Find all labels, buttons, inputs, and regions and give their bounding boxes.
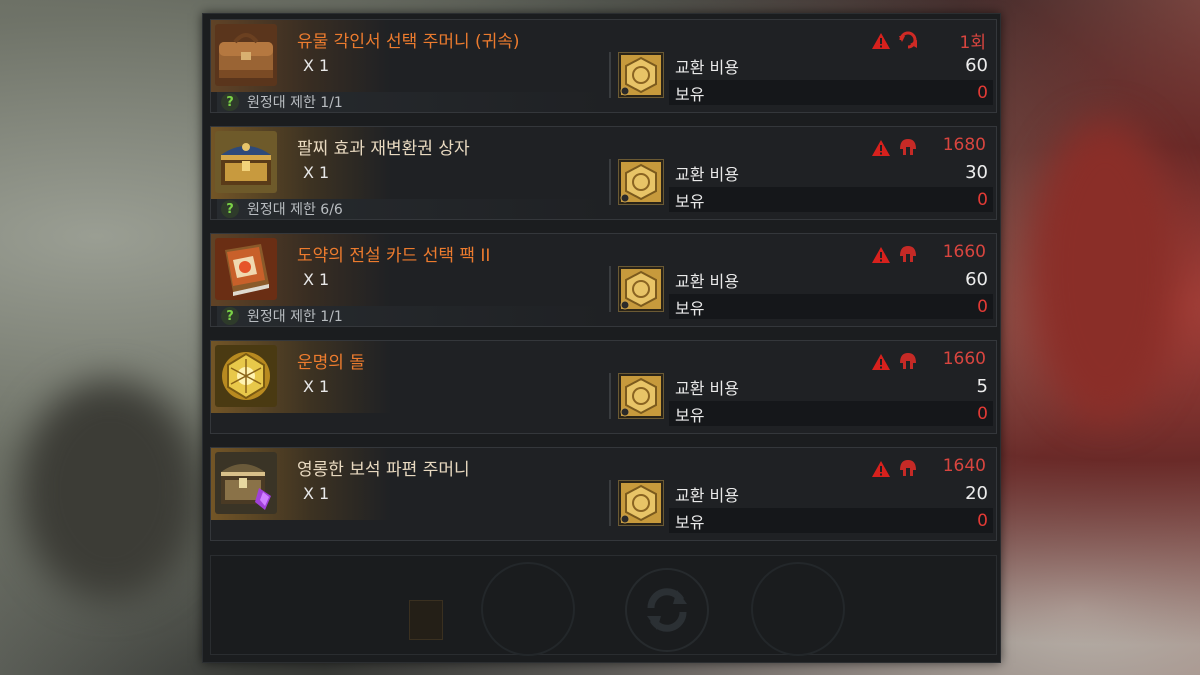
exchange-cost-row: 교환 비용 20: [669, 481, 993, 506]
item-quantity: X 1: [303, 163, 330, 182]
cost-label: 교환 비용: [675, 271, 739, 291]
shop-item-row[interactable]: 운명의 돌 X 1 1660 교환 비용 5 보유 0: [210, 340, 997, 434]
owned-value: 0: [977, 510, 988, 531]
item-name: 팔찌 효과 재변환권 상자: [297, 139, 470, 159]
warning-icon: [872, 354, 890, 370]
warning-icon: [872, 33, 890, 49]
helmet-icon: [900, 353, 916, 369]
shop-footer: [210, 555, 997, 656]
exchange-cost-row: 교환 비용 30: [669, 160, 993, 185]
warning-icon: [872, 140, 890, 156]
cost-value: 60: [965, 55, 988, 76]
purchase-count: 1660: [942, 349, 986, 369]
shop-item-row[interactable]: 영롱한 보석 파편 주머니 X 1 1640 교환 비용 20 보유 0: [210, 447, 997, 541]
purchase-count: 1640: [942, 456, 986, 476]
owned-value: 0: [977, 82, 988, 103]
cost-label: 교환 비용: [675, 57, 739, 77]
card-book-icon[interactable]: [215, 238, 277, 300]
gem-chest-icon[interactable]: [215, 452, 277, 514]
cost-value: 30: [965, 162, 988, 183]
purchase-count: 1660: [942, 242, 986, 262]
owned-label: 보유: [675, 191, 705, 211]
divider: [609, 159, 611, 205]
ornate-chest-icon[interactable]: [215, 131, 277, 193]
owned-row: 보유 0: [669, 401, 993, 426]
cost-value: 20: [965, 483, 988, 504]
item-quantity: X 1: [303, 56, 330, 75]
background-blur-left: [20, 380, 200, 600]
divider: [609, 266, 611, 312]
owned-value: 0: [977, 189, 988, 210]
owned-row: 보유 0: [669, 187, 993, 212]
helmet-icon: [900, 460, 916, 476]
refresh-icon: [647, 588, 687, 632]
owned-value: 0: [977, 403, 988, 424]
help-icon[interactable]: ?: [221, 307, 239, 325]
divider: [609, 373, 611, 419]
limit-text: 원정대 제한 1/1: [247, 95, 343, 111]
cost-label: 교환 비용: [675, 485, 739, 505]
cost-label: 교환 비용: [675, 378, 739, 398]
shop-item-row[interactable]: 도약의 전설 카드 선택 팩 II X 1 ? 원정대 제한 1/1 1660 …: [210, 233, 997, 327]
cost-value: 5: [976, 376, 988, 397]
small-item-slot: [409, 600, 443, 640]
divider: [609, 480, 611, 526]
currency-token-icon: [618, 52, 664, 98]
item-name: 운명의 돌: [297, 353, 365, 373]
warning-icon: [872, 461, 890, 477]
divider: [609, 52, 611, 98]
purchase-count: 1회: [959, 33, 986, 53]
helmet-icon: [900, 246, 916, 262]
currency-token-icon: [618, 373, 664, 419]
warning-icon: [872, 247, 890, 263]
exchange-shop-panel: 유물 각인서 선택 주머니 (귀속) X 1 ? 원정대 제한 1/1 1회 교…: [202, 13, 1001, 663]
exchange-cost-row: 교환 비용 60: [669, 267, 993, 292]
owned-label: 보유: [675, 298, 705, 318]
limit-text: 원정대 제한 1/1: [247, 309, 343, 325]
owned-row: 보유 0: [669, 80, 993, 105]
shop-item-row[interactable]: 팔찌 효과 재변환권 상자 X 1 ? 원정대 제한 6/6 1680 교환 비…: [210, 126, 997, 220]
bound-refresh-icon: [899, 31, 917, 49]
cost-value: 60: [965, 269, 988, 290]
item-quantity: X 1: [303, 270, 330, 289]
owned-value: 0: [977, 296, 988, 317]
item-quantity: X 1: [303, 377, 330, 396]
decorative-ring: [751, 562, 845, 656]
owned-label: 보유: [675, 512, 705, 532]
currency-token-icon: [618, 159, 664, 205]
item-quantity: X 1: [303, 484, 330, 503]
helmet-icon: [900, 139, 916, 155]
expedition-limit: ? 원정대 제한 1/1: [217, 92, 607, 112]
help-icon[interactable]: ?: [221, 200, 239, 218]
owned-label: 보유: [675, 84, 705, 104]
exchange-cost-row: 교환 비용 5: [669, 374, 993, 399]
owned-label: 보유: [675, 405, 705, 425]
leather-bag-icon[interactable]: [215, 24, 277, 86]
currency-token-icon: [618, 480, 664, 526]
help-icon[interactable]: ?: [221, 93, 239, 111]
exchange-cost-row: 교환 비용 60: [669, 53, 993, 78]
cost-label: 교환 비용: [675, 164, 739, 184]
purchase-count: 1680: [942, 135, 986, 155]
owned-row: 보유 0: [669, 294, 993, 319]
expedition-limit: ? 원정대 제한 6/6: [217, 199, 607, 219]
item-name: 도약의 전설 카드 선택 팩 II: [297, 246, 491, 266]
destiny-stone-icon[interactable]: [215, 345, 277, 407]
background-blur-right: [1030, 120, 1180, 420]
refresh-button[interactable]: [625, 568, 709, 652]
item-name: 영롱한 보석 파편 주머니: [297, 460, 470, 480]
owned-row: 보유 0: [669, 508, 993, 533]
shop-item-row[interactable]: 유물 각인서 선택 주머니 (귀속) X 1 ? 원정대 제한 1/1 1회 교…: [210, 19, 997, 113]
currency-token-icon: [618, 266, 664, 312]
expedition-limit: ? 원정대 제한 1/1: [217, 306, 607, 326]
item-name: 유물 각인서 선택 주머니 (귀속): [297, 32, 520, 52]
decorative-ring: [481, 562, 575, 656]
limit-text: 원정대 제한 6/6: [247, 202, 343, 218]
